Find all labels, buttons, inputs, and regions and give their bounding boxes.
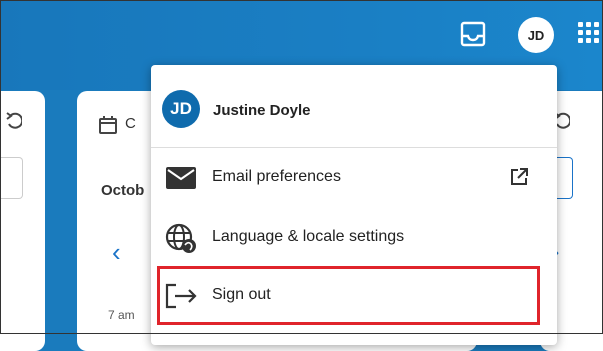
calendar-month-label: Octob [101, 182, 145, 199]
globe-icon [164, 223, 198, 253]
menu-avatar: JD [162, 90, 200, 128]
account-menu-header: JD Justine Doyle [151, 65, 557, 148]
menu-item-label: Email preferences [212, 168, 341, 185]
inbox-button[interactable] [455, 16, 491, 52]
menu-item-email-preferences[interactable]: Email preferences [151, 149, 557, 207]
left-card [0, 91, 45, 351]
refresh-icon[interactable] [6, 112, 22, 130]
external-link-icon [509, 167, 529, 192]
user-avatar-button[interactable]: JD [518, 17, 554, 53]
user-name: Justine Doyle [213, 102, 311, 119]
sign-out-highlight-box [157, 266, 540, 325]
menu-item-label: Language & locale settings [212, 228, 405, 245]
time-slot-label: 7 am [108, 308, 135, 322]
calendar-card-title: C [125, 115, 136, 132]
inbox-icon [460, 21, 486, 47]
previous-chevron-icon[interactable]: ‹ [112, 239, 121, 265]
menu-item-language-locale[interactable]: Language & locale settings [151, 209, 557, 267]
apps-grid-button[interactable] [574, 18, 603, 48]
left-card-button[interactable] [0, 157, 23, 199]
calendar-icon [99, 116, 117, 134]
envelope-icon [164, 163, 198, 193]
